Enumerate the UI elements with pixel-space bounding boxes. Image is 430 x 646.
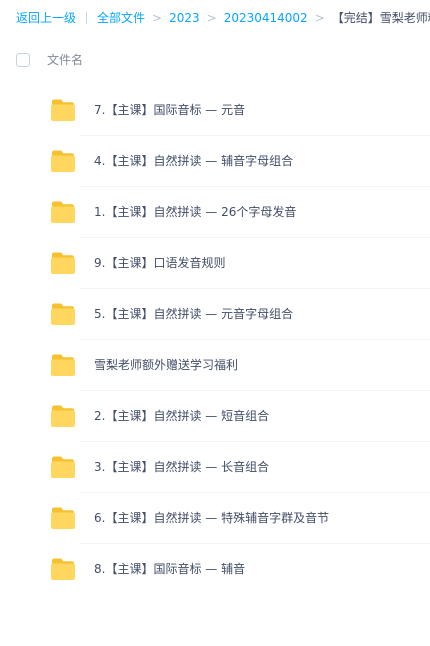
file-name[interactable]: 5.【主课】自然拼读 — 元音字母组合: [94, 305, 293, 323]
folder-icon: [50, 506, 76, 530]
list-item[interactable]: 7.【主课】国际音标 — 元音: [0, 85, 430, 136]
folder-icon: [50, 200, 76, 224]
list-item[interactable]: 6.【主课】自然拼读 — 特殊辅音字群及音节: [0, 493, 430, 544]
file-name[interactable]: 3.【主课】自然拼读 — 长音组合: [94, 458, 269, 476]
list-item[interactable]: 4.【主课】自然拼读 — 辅音字母组合: [0, 136, 430, 187]
file-name[interactable]: 雪梨老师额外赠送学习福利: [94, 356, 238, 374]
file-name[interactable]: 4.【主课】自然拼读 — 辅音字母组合: [94, 152, 293, 170]
column-header-filename[interactable]: 文件名: [47, 51, 83, 69]
list-item[interactable]: 1.【主课】自然拼读 — 26个字母发音: [0, 187, 430, 238]
select-all-checkbox[interactable]: [16, 53, 30, 67]
file-name[interactable]: 2.【主课】自然拼读 — 短音组合: [94, 407, 269, 425]
list-item[interactable]: 9.【主课】口语发音规则: [0, 238, 430, 289]
list-item[interactable]: 雪梨老师额外赠送学习福利: [0, 340, 430, 391]
folder-icon: [50, 353, 76, 377]
folder-icon: [50, 98, 76, 122]
breadcrumb-all-files[interactable]: 全部文件: [97, 9, 145, 27]
list-item[interactable]: 3.【主课】自然拼读 — 长音组合: [0, 442, 430, 493]
breadcrumb-2023[interactable]: 2023: [169, 9, 200, 27]
chevron-right-icon: >: [206, 11, 217, 25]
file-name[interactable]: 6.【主课】自然拼读 — 特殊辅音字群及音节: [94, 509, 329, 527]
folder-icon: [50, 149, 76, 173]
list-item[interactable]: 5.【主课】自然拼读 — 元音字母组合: [0, 289, 430, 340]
folder-icon: [50, 557, 76, 581]
file-list: 7.【主课】国际音标 — 元音 4.【主课】自然拼读 — 辅音字母组合 1.【主课】…: [0, 85, 430, 595]
file-name[interactable]: 8.【主课】国际音标 — 辅音: [94, 560, 245, 578]
file-name[interactable]: 7.【主课】国际音标 — 元音: [94, 101, 245, 119]
chevron-right-icon: >: [314, 11, 325, 25]
breadcrumb-current-folder: 【完结】雪梨老师精...: [331, 11, 430, 25]
chevron-right-icon: >: [152, 11, 163, 25]
folder-icon: [50, 404, 76, 428]
list-item[interactable]: 2.【主课】自然拼读 — 短音组合: [0, 391, 430, 442]
file-list-header: 文件名: [0, 44, 430, 78]
file-name[interactable]: 9.【主课】口语发音规则: [94, 254, 225, 272]
folder-icon: [50, 455, 76, 479]
folder-icon: [50, 302, 76, 326]
list-item[interactable]: 8.【主课】国际音标 — 辅音: [0, 544, 430, 595]
breadcrumb-20230414002[interactable]: 20230414002: [224, 9, 308, 27]
folder-icon: [50, 251, 76, 275]
back-link[interactable]: 返回上一级: [16, 9, 76, 27]
breadcrumb: 返回上一级 全部文件 > 2023 > 20230414002 > 【完结】雪梨…: [16, 9, 430, 27]
breadcrumb-divider: [86, 12, 88, 24]
file-name[interactable]: 1.【主课】自然拼读 — 26个字母发音: [94, 203, 296, 221]
